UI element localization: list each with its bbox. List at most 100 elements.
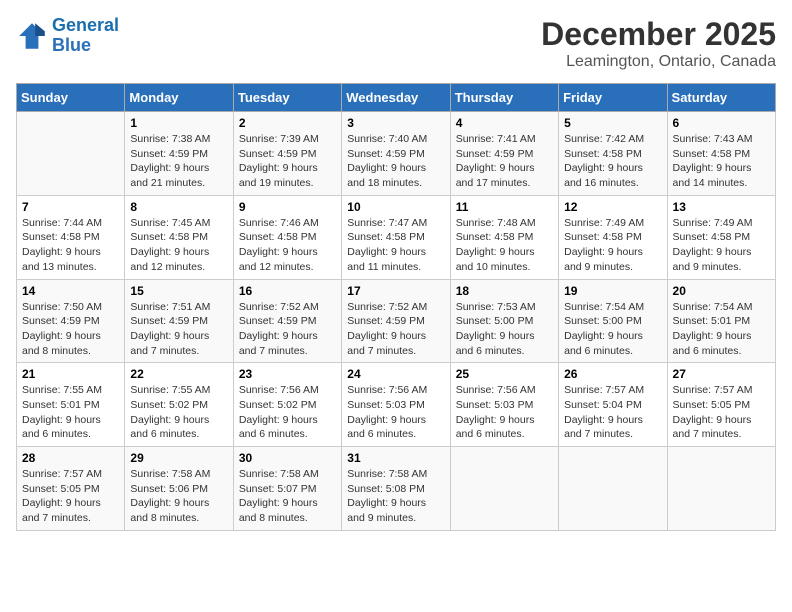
day-number: 1 [130,116,227,130]
calendar-cell: 31 Sunrise: 7:58 AM Sunset: 5:08 PM Dayli… [342,447,450,531]
calendar-cell: 10 Sunrise: 7:47 AM Sunset: 4:58 PM Dayli… [342,195,450,279]
day-number: 25 [456,367,553,381]
day-info: Sunrise: 7:49 AM Sunset: 4:58 PM Dayligh… [673,216,770,275]
day-number: 18 [456,284,553,298]
day-number: 15 [130,284,227,298]
calendar-cell: 14 Sunrise: 7:50 AM Sunset: 4:59 PM Dayli… [17,279,125,363]
day-number: 2 [239,116,336,130]
day-number: 13 [673,200,770,214]
calendar-cell: 26 Sunrise: 7:57 AM Sunset: 5:04 PM Dayli… [559,363,667,447]
month-title: December 2025 [541,16,776,53]
day-info: Sunrise: 7:39 AM Sunset: 4:59 PM Dayligh… [239,132,336,191]
day-number: 20 [673,284,770,298]
weekday-header: Monday [125,84,233,112]
day-info: Sunrise: 7:50 AM Sunset: 4:59 PM Dayligh… [22,300,119,359]
calendar-cell: 19 Sunrise: 7:54 AM Sunset: 5:00 PM Dayli… [559,279,667,363]
weekday-header: Friday [559,84,667,112]
day-number: 31 [347,451,444,465]
weekday-header: Sunday [17,84,125,112]
day-info: Sunrise: 7:40 AM Sunset: 4:59 PM Dayligh… [347,132,444,191]
weekday-header: Saturday [667,84,775,112]
calendar-cell: 4 Sunrise: 7:41 AM Sunset: 4:59 PM Daylig… [450,112,558,196]
calendar-cell: 16 Sunrise: 7:52 AM Sunset: 4:59 PM Dayli… [233,279,341,363]
calendar-cell: 25Sunrise: 7:56 AM Sunset: 5:03 PM Dayli… [450,363,558,447]
day-info: Sunrise: 7:45 AM Sunset: 4:58 PM Dayligh… [130,216,227,275]
day-info: Sunrise: 7:58 AM Sunset: 5:07 PM Dayligh… [239,467,336,526]
day-info: Sunrise: 7:54 AM Sunset: 5:00 PM Dayligh… [564,300,661,359]
calendar-cell [559,447,667,531]
calendar-cell: 15Sunrise: 7:51 AM Sunset: 4:59 PM Dayli… [125,279,233,363]
weekday-header: Tuesday [233,84,341,112]
calendar-week-row: 21Sunrise: 7:55 AM Sunset: 5:01 PM Dayli… [17,363,776,447]
day-number: 30 [239,451,336,465]
calendar-cell: 29Sunrise: 7:58 AM Sunset: 5:06 PM Dayli… [125,447,233,531]
calendar-cell [17,112,125,196]
weekday-header: Thursday [450,84,558,112]
day-number: 16 [239,284,336,298]
calendar-cell: 13 Sunrise: 7:49 AM Sunset: 4:58 PM Dayli… [667,195,775,279]
day-number: 7 [22,200,119,214]
calendar-cell: 1 Sunrise: 7:38 AM Sunset: 4:59 PM Daylig… [125,112,233,196]
title-block: December 2025 Leamington, Ontario, Canad… [541,16,776,71]
day-number: 19 [564,284,661,298]
calendar-cell: 3 Sunrise: 7:40 AM Sunset: 4:59 PM Daylig… [342,112,450,196]
calendar-cell: 17Sunrise: 7:52 AM Sunset: 4:59 PM Dayli… [342,279,450,363]
day-number: 6 [673,116,770,130]
calendar-week-row: 7 Sunrise: 7:44 AM Sunset: 4:58 PM Daylig… [17,195,776,279]
day-info: Sunrise: 7:56 AM Sunset: 5:02 PM Dayligh… [239,383,336,442]
day-number: 4 [456,116,553,130]
day-number: 10 [347,200,444,214]
day-info: Sunrise: 7:52 AM Sunset: 4:59 PM Dayligh… [347,300,444,359]
logo: General Blue [16,16,119,56]
calendar-cell: 7 Sunrise: 7:44 AM Sunset: 4:58 PM Daylig… [17,195,125,279]
calendar-cell: 28 Sunrise: 7:57 AM Sunset: 5:05 PM Dayli… [17,447,125,531]
logo-line2: Blue [52,36,119,56]
calendar-cell: 24 Sunrise: 7:56 AM Sunset: 5:03 PM Dayli… [342,363,450,447]
day-number: 22 [130,367,227,381]
logo-text: General Blue [52,16,119,56]
day-number: 24 [347,367,444,381]
calendar-cell: 12Sunrise: 7:49 AM Sunset: 4:58 PM Dayli… [559,195,667,279]
day-number: 28 [22,451,119,465]
day-number: 5 [564,116,661,130]
calendar-cell: 22Sunrise: 7:55 AM Sunset: 5:02 PM Dayli… [125,363,233,447]
calendar-cell: 5 Sunrise: 7:42 AM Sunset: 4:58 PM Daylig… [559,112,667,196]
location: Leamington, Ontario, Canada [541,53,776,71]
day-info: Sunrise: 7:56 AM Sunset: 5:03 PM Dayligh… [347,383,444,442]
day-info: Sunrise: 7:54 AM Sunset: 5:01 PM Dayligh… [673,300,770,359]
calendar-table: SundayMondayTuesdayWednesdayThursdayFrid… [16,83,776,531]
day-number: 11 [456,200,553,214]
calendar-cell: 27 Sunrise: 7:57 AM Sunset: 5:05 PM Dayli… [667,363,775,447]
calendar-cell: 6 Sunrise: 7:43 AM Sunset: 4:58 PM Daylig… [667,112,775,196]
day-number: 26 [564,367,661,381]
day-number: 3 [347,116,444,130]
calendar-week-row: 14 Sunrise: 7:50 AM Sunset: 4:59 PM Dayli… [17,279,776,363]
weekday-header-row: SundayMondayTuesdayWednesdayThursdayFrid… [17,84,776,112]
day-info: Sunrise: 7:47 AM Sunset: 4:58 PM Dayligh… [347,216,444,275]
day-info: Sunrise: 7:57 AM Sunset: 5:05 PM Dayligh… [22,467,119,526]
day-info: Sunrise: 7:38 AM Sunset: 4:59 PM Dayligh… [130,132,227,191]
logo-line1: General [52,15,119,35]
day-info: Sunrise: 7:58 AM Sunset: 5:08 PM Dayligh… [347,467,444,526]
day-info: Sunrise: 7:41 AM Sunset: 4:59 PM Dayligh… [456,132,553,191]
day-number: 14 [22,284,119,298]
day-number: 23 [239,367,336,381]
calendar-cell: 21Sunrise: 7:55 AM Sunset: 5:01 PM Dayli… [17,363,125,447]
day-info: Sunrise: 7:43 AM Sunset: 4:58 PM Dayligh… [673,132,770,191]
calendar-cell: 18Sunrise: 7:53 AM Sunset: 5:00 PM Dayli… [450,279,558,363]
day-info: Sunrise: 7:44 AM Sunset: 4:58 PM Dayligh… [22,216,119,275]
calendar-cell [450,447,558,531]
calendar-cell: 20 Sunrise: 7:54 AM Sunset: 5:01 PM Dayli… [667,279,775,363]
day-number: 27 [673,367,770,381]
day-info: Sunrise: 7:46 AM Sunset: 4:58 PM Dayligh… [239,216,336,275]
calendar-cell: 23 Sunrise: 7:56 AM Sunset: 5:02 PM Dayli… [233,363,341,447]
day-info: Sunrise: 7:48 AM Sunset: 4:58 PM Dayligh… [456,216,553,275]
day-info: Sunrise: 7:52 AM Sunset: 4:59 PM Dayligh… [239,300,336,359]
calendar-week-row: 28 Sunrise: 7:57 AM Sunset: 5:05 PM Dayli… [17,447,776,531]
day-number: 9 [239,200,336,214]
logo-icon [16,20,48,52]
calendar-cell: 9 Sunrise: 7:46 AM Sunset: 4:58 PM Daylig… [233,195,341,279]
day-info: Sunrise: 7:57 AM Sunset: 5:05 PM Dayligh… [673,383,770,442]
day-info: Sunrise: 7:42 AM Sunset: 4:58 PM Dayligh… [564,132,661,191]
day-info: Sunrise: 7:57 AM Sunset: 5:04 PM Dayligh… [564,383,661,442]
